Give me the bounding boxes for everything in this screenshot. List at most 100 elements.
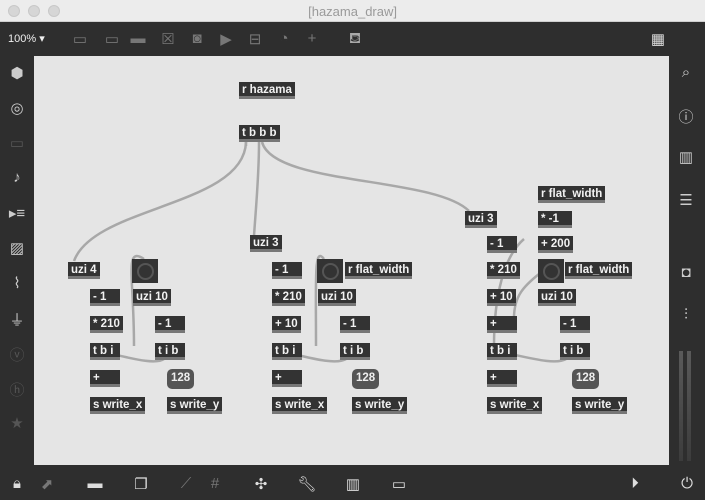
- target-icon[interactable]: ◎: [0, 99, 34, 117]
- comment-icon[interactable]: ▬: [128, 30, 148, 47]
- max-object-s-write-x[interactable]: s write_x: [272, 397, 328, 414]
- max-object-1[interactable]: - 1: [487, 236, 517, 253]
- level-meter-right: [687, 351, 691, 461]
- max-object-[interactable]: +: [487, 316, 517, 333]
- slider-icon[interactable]: ⊟: [245, 30, 265, 48]
- info-icon[interactable]: ⓘ: [669, 106, 703, 127]
- max-object-r-flat-width[interactable]: r flat_width: [565, 262, 633, 279]
- book-icon[interactable]: ▥: [669, 148, 703, 166]
- wrench-icon[interactable]: 🔧︎: [296, 475, 318, 493]
- toggle-icon[interactable]: ☒: [158, 30, 178, 48]
- music-note-icon[interactable]: ♪: [0, 169, 34, 186]
- close-button[interactable]: [8, 5, 20, 17]
- max-object-uzi-3[interactable]: uzi 3: [465, 211, 497, 228]
- max-object-200[interactable]: + 200: [538, 236, 574, 253]
- max-object-t-i-b[interactable]: t i b: [155, 343, 185, 360]
- max-object-r-flat-width[interactable]: r flat_width: [345, 262, 413, 279]
- power-icon[interactable]: ⏻: [676, 475, 698, 492]
- max-object-s-write-y[interactable]: s write_y: [572, 397, 628, 414]
- camera-icon[interactable]: ◘: [669, 264, 703, 281]
- max-object-210[interactable]: * 210: [272, 289, 305, 306]
- windows-icon[interactable]: ❐: [130, 475, 152, 493]
- max-object-1[interactable]: - 1: [155, 316, 185, 333]
- message-icon[interactable]: ▭: [102, 30, 122, 48]
- star-icon[interactable]: ★: [0, 414, 34, 432]
- max-object-t-b-i[interactable]: t b i: [487, 343, 517, 360]
- max-object-[interactable]: +: [487, 370, 517, 387]
- zoom-level: 100%: [8, 33, 37, 45]
- image-icon[interactable]: ▨: [0, 239, 34, 257]
- paint-bucket-icon[interactable]: ⛾: [345, 30, 365, 49]
- h-icon[interactable]: ⓗ: [0, 379, 34, 400]
- max-object-1[interactable]: - 1: [272, 262, 302, 279]
- max-object-[interactable]: +: [272, 370, 302, 387]
- max-object-1[interactable]: - 1: [90, 289, 120, 306]
- mixer-icon[interactable]: ⫶: [669, 306, 703, 323]
- search-icon[interactable]: ⌕: [669, 64, 703, 81]
- play-icon[interactable]: ⏵: [624, 475, 646, 492]
- max-object-210[interactable]: * 210: [487, 262, 520, 279]
- max-object-s-write-x[interactable]: s write_x: [487, 397, 543, 414]
- toolbar: 100% ▾ ▭ ▭ ▬ ☒ ◙ ▶ ⊟ ◔ + ⛾ ▦: [0, 22, 705, 56]
- playlist-icon[interactable]: ▸≡: [0, 204, 34, 222]
- max-object-1[interactable]: * -1: [538, 211, 572, 228]
- snap-icon[interactable]: ✣: [250, 475, 272, 493]
- bang-button[interactable]: [317, 259, 343, 283]
- right-sidebar: ⌕ ⓘ ▥ ☰ ◘ ⫶: [669, 56, 705, 470]
- max-object-t-b-i[interactable]: t b i: [90, 343, 120, 360]
- bang-button[interactable]: [538, 259, 564, 283]
- max-object-t-i-b[interactable]: t i b: [340, 343, 370, 360]
- keyboard-icon[interactable]: ▭: [0, 134, 34, 152]
- add-icon[interactable]: +: [302, 30, 322, 47]
- list-icon[interactable]: ☰: [669, 191, 703, 209]
- max-object-uzi-4[interactable]: uzi 4: [68, 262, 100, 279]
- button-icon[interactable]: ◙: [187, 30, 207, 47]
- max-object-[interactable]: +: [90, 370, 120, 387]
- piano-icon[interactable]: ▥: [342, 475, 364, 493]
- max-object-uzi-10[interactable]: uzi 10: [318, 289, 356, 306]
- minimize-button[interactable]: [28, 5, 40, 17]
- zoom-button[interactable]: [48, 5, 60, 17]
- bang-button[interactable]: [132, 259, 158, 283]
- number-box[interactable]: 128: [167, 369, 195, 389]
- max-object-s-write-y[interactable]: s write_y: [352, 397, 408, 414]
- max-object-s-write-y[interactable]: s write_y: [167, 397, 223, 414]
- grid-icon[interactable]: ▦: [648, 30, 668, 48]
- patch-cord: [72, 141, 248, 262]
- max-object-r-hazama[interactable]: r hazama: [239, 82, 295, 99]
- max-object-10[interactable]: + 10: [272, 316, 301, 333]
- plug-icon[interactable]: ⏚: [0, 309, 34, 330]
- max-object-uzi-3[interactable]: uzi 3: [250, 235, 282, 252]
- patcher-canvas[interactable]: r hazama t b b b uzi 4 - 1 uzi 10 * 210 - 1 t b…: [34, 56, 669, 465]
- keyboard-icon[interactable]: ▭: [388, 475, 410, 493]
- v-icon[interactable]: ⓥ: [0, 344, 34, 365]
- window-title: [hazama_draw]: [308, 4, 397, 19]
- max-object-r-flat-width[interactable]: r flat_width: [538, 186, 606, 203]
- number-box[interactable]: 128: [352, 369, 380, 389]
- left-sidebar: ⬢ ◎ ▭ ♪ ▸≡ ▨ ⌇ ⏚ ⓥ ⓗ ★: [0, 56, 34, 470]
- max-object-1[interactable]: - 1: [560, 316, 590, 333]
- patch-cord: [512, 273, 540, 319]
- play-icon[interactable]: ▶: [216, 30, 236, 48]
- zoom-dropdown[interactable]: 100% ▾: [8, 32, 45, 45]
- max-object-uzi-10[interactable]: uzi 10: [133, 289, 171, 306]
- dial-icon[interactable]: ◔: [274, 30, 294, 47]
- max-object-t-b-b-b[interactable]: t b b b: [239, 125, 280, 142]
- patch-cord: [252, 141, 261, 237]
- max-object-t-i-b[interactable]: t i b: [560, 343, 590, 360]
- max-object-10[interactable]: + 10: [487, 289, 516, 306]
- edit-icon[interactable]: ⬈: [36, 475, 58, 493]
- cube-icon[interactable]: ⬢: [0, 64, 34, 82]
- presentation-icon[interactable]: ▭: [70, 30, 90, 48]
- max-object-1[interactable]: - 1: [340, 316, 370, 333]
- max-object-s-write-x[interactable]: s write_x: [90, 397, 146, 414]
- max-object-210[interactable]: * 210: [90, 316, 123, 333]
- grid-icon[interactable]: #: [204, 475, 226, 492]
- max-object-uzi-10[interactable]: uzi 10: [538, 289, 576, 306]
- paperclip-icon[interactable]: ⌇: [0, 274, 34, 292]
- lock-icon[interactable]: 🔒︎: [6, 475, 28, 492]
- patchcord-icon[interactable]: ⟋: [175, 475, 197, 492]
- number-box[interactable]: 128: [572, 369, 600, 389]
- presentation-icon[interactable]: ▬: [84, 475, 106, 492]
- max-object-t-b-i[interactable]: t b i: [272, 343, 302, 360]
